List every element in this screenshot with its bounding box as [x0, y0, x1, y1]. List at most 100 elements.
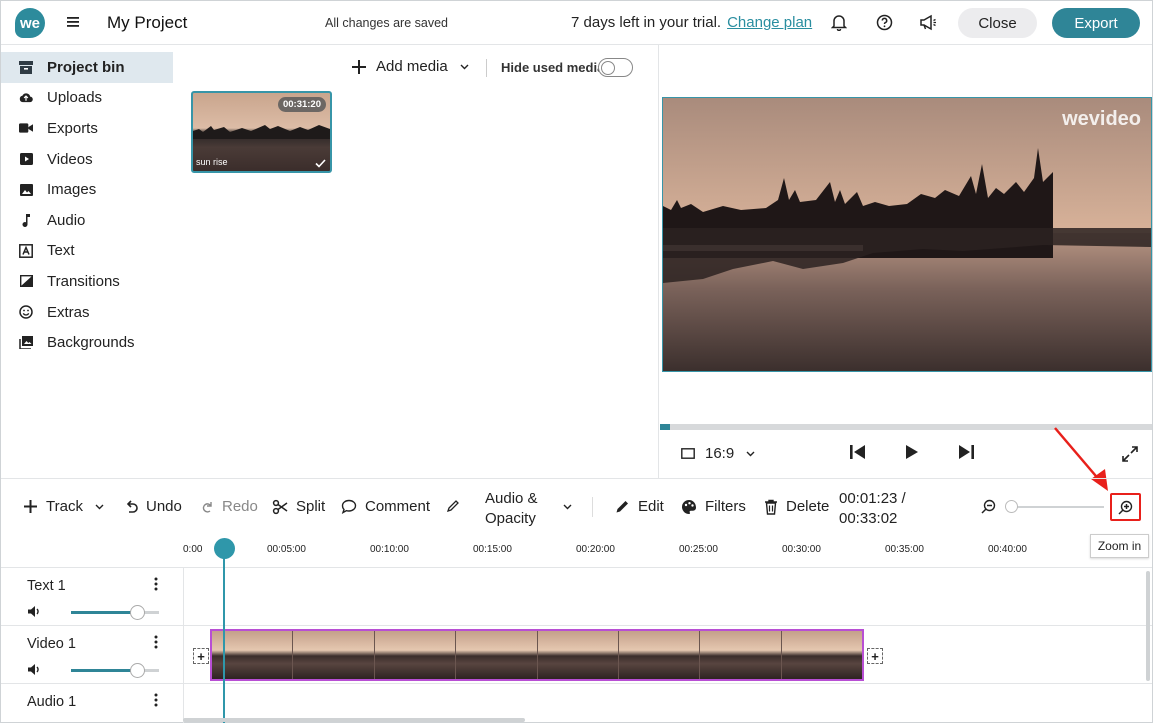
comment-button[interactable]: Comment — [341, 498, 430, 515]
transition-icon — [19, 274, 33, 288]
track-header-divider — [183, 567, 184, 723]
aspect-ratio-icon — [681, 448, 695, 459]
fullscreen-icon[interactable] — [1121, 445, 1139, 463]
pencil-icon[interactable] — [446, 499, 460, 513]
export-button[interactable]: Export — [1052, 8, 1140, 38]
zoom-slider-track[interactable] — [1011, 506, 1104, 508]
clip-frame — [781, 631, 862, 679]
track-label: Track — [46, 498, 83, 515]
text-box-icon — [19, 243, 33, 258]
audio-opacity-button[interactable]: Audio & Opacity — [485, 489, 538, 529]
play-box-icon — [19, 152, 33, 166]
sidebar-item-backgrounds[interactable]: Backgrounds — [1, 327, 173, 358]
zoom-out-icon[interactable] — [981, 499, 996, 514]
media-thumbnail[interactable]: 00:31:20 sun rise — [191, 91, 332, 173]
ruler-tick-label: 00:20:00 — [576, 544, 615, 555]
add-before-clip-button[interactable]: + — [193, 648, 209, 664]
sidebar-item-exports[interactable]: Exports — [1, 113, 173, 144]
sidebar-item-label: Uploads — [47, 89, 103, 107]
more-vertical-icon[interactable] — [154, 577, 158, 591]
megaphone-icon[interactable] — [919, 14, 937, 31]
video-preview[interactable]: wevideo — [662, 97, 1152, 372]
playhead-handle[interactable] — [214, 538, 235, 559]
help-icon[interactable] — [876, 14, 893, 31]
sidebar-item-videos[interactable]: Videos — [1, 144, 173, 175]
volume-icon[interactable] — [27, 663, 41, 676]
sidebar-item-uploads[interactable]: Uploads — [1, 83, 173, 114]
clip-frame — [700, 631, 782, 679]
media-sidebar: Project bin Uploads Exports Videos Image… — [1, 52, 173, 358]
add-media-button[interactable]: Add media — [351, 58, 469, 75]
sidebar-item-transitions[interactable]: Transitions — [1, 266, 173, 297]
play-icon[interactable] — [905, 444, 919, 460]
hamburger-menu-icon[interactable] — [67, 15, 81, 29]
volume-slider-handle[interactable] — [130, 605, 145, 620]
comment-label: Comment — [365, 498, 431, 515]
volume-slider-fill — [71, 669, 137, 672]
edit-pencil-icon — [616, 501, 628, 513]
wevideo-logo[interactable]: we — [15, 8, 45, 38]
video-clip[interactable] — [210, 629, 864, 681]
change-plan-link[interactable]: Change plan — [727, 14, 812, 31]
chevron-down-icon — [746, 451, 755, 456]
bell-icon[interactable] — [831, 14, 847, 31]
zoom-slider-handle[interactable] — [1005, 500, 1018, 513]
close-button[interactable]: Close — [958, 8, 1037, 38]
ruler-tick-label: 00:25:00 — [679, 544, 718, 555]
aspect-ratio-value: 16:9 — [705, 445, 735, 462]
clip-frame — [374, 631, 457, 679]
timeline-horizontal-scrollbar[interactable] — [183, 718, 525, 722]
add-after-clip-button[interactable]: + — [867, 648, 883, 664]
playback-controls — [849, 444, 975, 460]
timeline-ruler[interactable]: 0:00 00:05:00 00:10:00 00:15:00 00:20:00… — [183, 541, 1133, 567]
ruler-tick-label: 0:00 — [183, 544, 203, 555]
treeline-silhouette — [193, 125, 330, 139]
more-vertical-icon[interactable] — [154, 635, 158, 649]
sidebar-item-label: Exports — [47, 119, 98, 137]
skip-back-icon[interactable] — [849, 444, 867, 460]
hide-used-media-label: Hide used media — [501, 60, 605, 75]
project-title[interactable]: My Project — [107, 13, 187, 33]
sidebar-item-label: Backgrounds — [47, 334, 135, 352]
media-duration-badge: 00:31:20 — [277, 97, 326, 112]
ruler-tick-label: 00:15:00 — [473, 544, 512, 555]
delete-button[interactable]: Delete — [764, 498, 829, 515]
aspect-ratio-selector[interactable]: 16:9 — [681, 445, 755, 462]
sidebar-item-audio[interactable]: Audio — [1, 205, 173, 236]
media-name: sun rise — [196, 157, 228, 167]
comment-icon — [341, 499, 357, 514]
sidebar-item-extras[interactable]: Extras — [1, 297, 173, 328]
sidebar-item-project-bin[interactable]: Project bin — [1, 52, 173, 83]
chevron-down-icon — [95, 504, 104, 509]
filters-label: Filters — [705, 498, 746, 515]
plus-icon — [352, 59, 366, 74]
undo-button[interactable]: Undo — [126, 498, 182, 515]
track-row-audio-1: Audio 1 — [1, 683, 1152, 723]
redo-button[interactable]: Redo — [202, 498, 258, 515]
palette-icon — [682, 499, 696, 514]
filters-button[interactable]: Filters — [681, 498, 746, 515]
zoom-in-button[interactable] — [1110, 493, 1141, 521]
playhead-line — [223, 557, 225, 723]
sidebar-item-label: Transitions — [47, 272, 120, 290]
hide-used-media-toggle[interactable] — [598, 58, 633, 77]
image-icon — [19, 183, 33, 197]
add-track-button[interactable]: Track — [23, 498, 104, 515]
edit-label: Edit — [638, 498, 664, 515]
track-row-text-1: Text 1 — [1, 567, 1152, 625]
more-vertical-icon[interactable] — [154, 693, 158, 707]
playback-progress-fill — [660, 424, 670, 430]
timeline-vertical-scrollbar[interactable] — [1146, 571, 1150, 681]
ruler-tick-label: 00:30:00 — [782, 544, 821, 555]
current-time: 00:01:23 / — [839, 490, 906, 507]
split-button[interactable]: Split — [272, 498, 325, 515]
volume-slider-handle[interactable] — [130, 663, 145, 678]
sidebar-item-images[interactable]: Images — [1, 174, 173, 205]
track-name: Audio 1 — [27, 694, 77, 710]
sidebar-item-text[interactable]: Text — [1, 236, 173, 267]
volume-icon[interactable] — [27, 605, 41, 618]
chevron-down-icon[interactable] — [563, 504, 572, 510]
skip-forward-icon[interactable] — [957, 444, 975, 460]
edit-button[interactable]: Edit — [615, 498, 664, 515]
split-label: Split — [296, 498, 326, 515]
